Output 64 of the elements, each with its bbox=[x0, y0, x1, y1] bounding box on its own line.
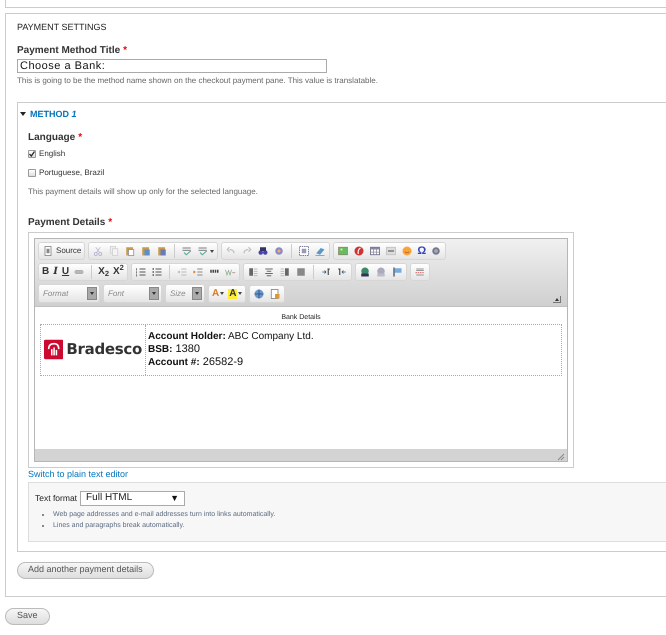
field-label: Language bbox=[28, 131, 76, 145]
image-icon[interactable] bbox=[337, 245, 350, 257]
bullet-list-icon[interactable] bbox=[150, 266, 163, 278]
caret-icon bbox=[210, 250, 214, 252]
toolbar-button[interactable]: I bbox=[53, 267, 58, 277]
toolbar-button[interactable]: B bbox=[42, 267, 50, 277]
required-mark: * bbox=[78, 131, 82, 145]
smiley-icon[interactable] bbox=[401, 245, 414, 257]
source-button[interactable]: Source bbox=[42, 245, 82, 257]
text-direction-rtl-icon[interactable] bbox=[336, 266, 348, 278]
account-detail-line: Account Holder: ABC Company Ltd. bbox=[148, 330, 314, 343]
field-label: Payment Details bbox=[28, 216, 106, 230]
scissors-icon[interactable] bbox=[92, 245, 104, 257]
toolbar-button[interactable]: A bbox=[228, 288, 238, 298]
required-mark: * bbox=[108, 216, 112, 230]
paste-icon[interactable] bbox=[140, 245, 152, 257]
align-left-icon[interactable] bbox=[246, 266, 259, 278]
resize-grip-icon[interactable] bbox=[557, 453, 565, 461]
section-title: PAYMENT SETTINGS bbox=[17, 21, 107, 34]
binoculars-icon[interactable] bbox=[257, 245, 270, 257]
required-mark: * bbox=[123, 44, 128, 58]
page-break-icon[interactable] bbox=[414, 266, 426, 278]
checkbox[interactable] bbox=[28, 150, 36, 158]
align-center-icon[interactable] bbox=[262, 266, 275, 278]
field-label: Payment Method Title bbox=[17, 44, 120, 58]
toolbar-button[interactable]: X$_{2}$ bbox=[98, 267, 109, 277]
spellcheck-icon[interactable] bbox=[197, 245, 210, 257]
toolbar-button[interactable]: X$^{2}$ bbox=[113, 267, 124, 277]
add-details-button[interactable]: Add another payment details bbox=[17, 562, 154, 578]
justify-icon[interactable] bbox=[294, 266, 307, 278]
toolbar-button[interactable]: U bbox=[62, 267, 70, 277]
flash-icon[interactable] bbox=[353, 245, 366, 257]
account-detail-line: BSB: 1380 bbox=[148, 342, 201, 356]
logo-text: Bradesco bbox=[66, 340, 142, 360]
collapse-arrow-icon[interactable] bbox=[20, 112, 26, 116]
checkbox-label: Portuguese, Brazil bbox=[39, 167, 104, 179]
text-input[interactable]: Choose a Bank: bbox=[17, 59, 327, 73]
select-field[interactable]: Full HTML ▼ bbox=[80, 491, 186, 506]
field-description: This is going to be the method name shown on the checkout payment pane. This value is translatable. bbox=[17, 75, 379, 86]
toolbar-button[interactable]: Ω bbox=[417, 246, 426, 256]
checkbox-label: English bbox=[39, 148, 66, 160]
field-description: This payment details will show up only for the selected language. bbox=[28, 186, 258, 197]
save-button[interactable]: Save bbox=[5, 608, 50, 624]
spellcheck-icon[interactable] bbox=[181, 245, 194, 257]
checkbox[interactable] bbox=[28, 169, 36, 177]
paste-icon[interactable] bbox=[124, 245, 136, 257]
field-label: Text format bbox=[35, 493, 78, 504]
show-blocks-icon[interactable] bbox=[269, 288, 282, 300]
align-right-icon[interactable] bbox=[278, 266, 291, 278]
caret-icon bbox=[220, 292, 224, 295]
anchor-flag-icon[interactable] bbox=[390, 266, 403, 278]
source-document-icon bbox=[42, 245, 54, 257]
eraser-icon[interactable] bbox=[314, 245, 326, 257]
collapse-toolbar-icon[interactable] bbox=[553, 296, 561, 303]
caret-icon bbox=[238, 292, 242, 295]
table-icon[interactable] bbox=[369, 245, 382, 257]
account-detail-line: Account #: 26582-9 bbox=[148, 356, 244, 369]
dropdown-arrow-icon: ▼ bbox=[170, 492, 180, 504]
select-all-icon[interactable] bbox=[298, 245, 310, 257]
text-direction-ltr-icon[interactable] bbox=[320, 266, 332, 278]
plain-text-editor-link[interactable]: Switch to plain text editor bbox=[28, 469, 128, 480]
paste-icon[interactable] bbox=[156, 245, 168, 257]
fieldset-legend-link[interactable]: METHOD 1 bbox=[30, 108, 77, 120]
numbered-list-icon[interactable] bbox=[134, 266, 147, 278]
